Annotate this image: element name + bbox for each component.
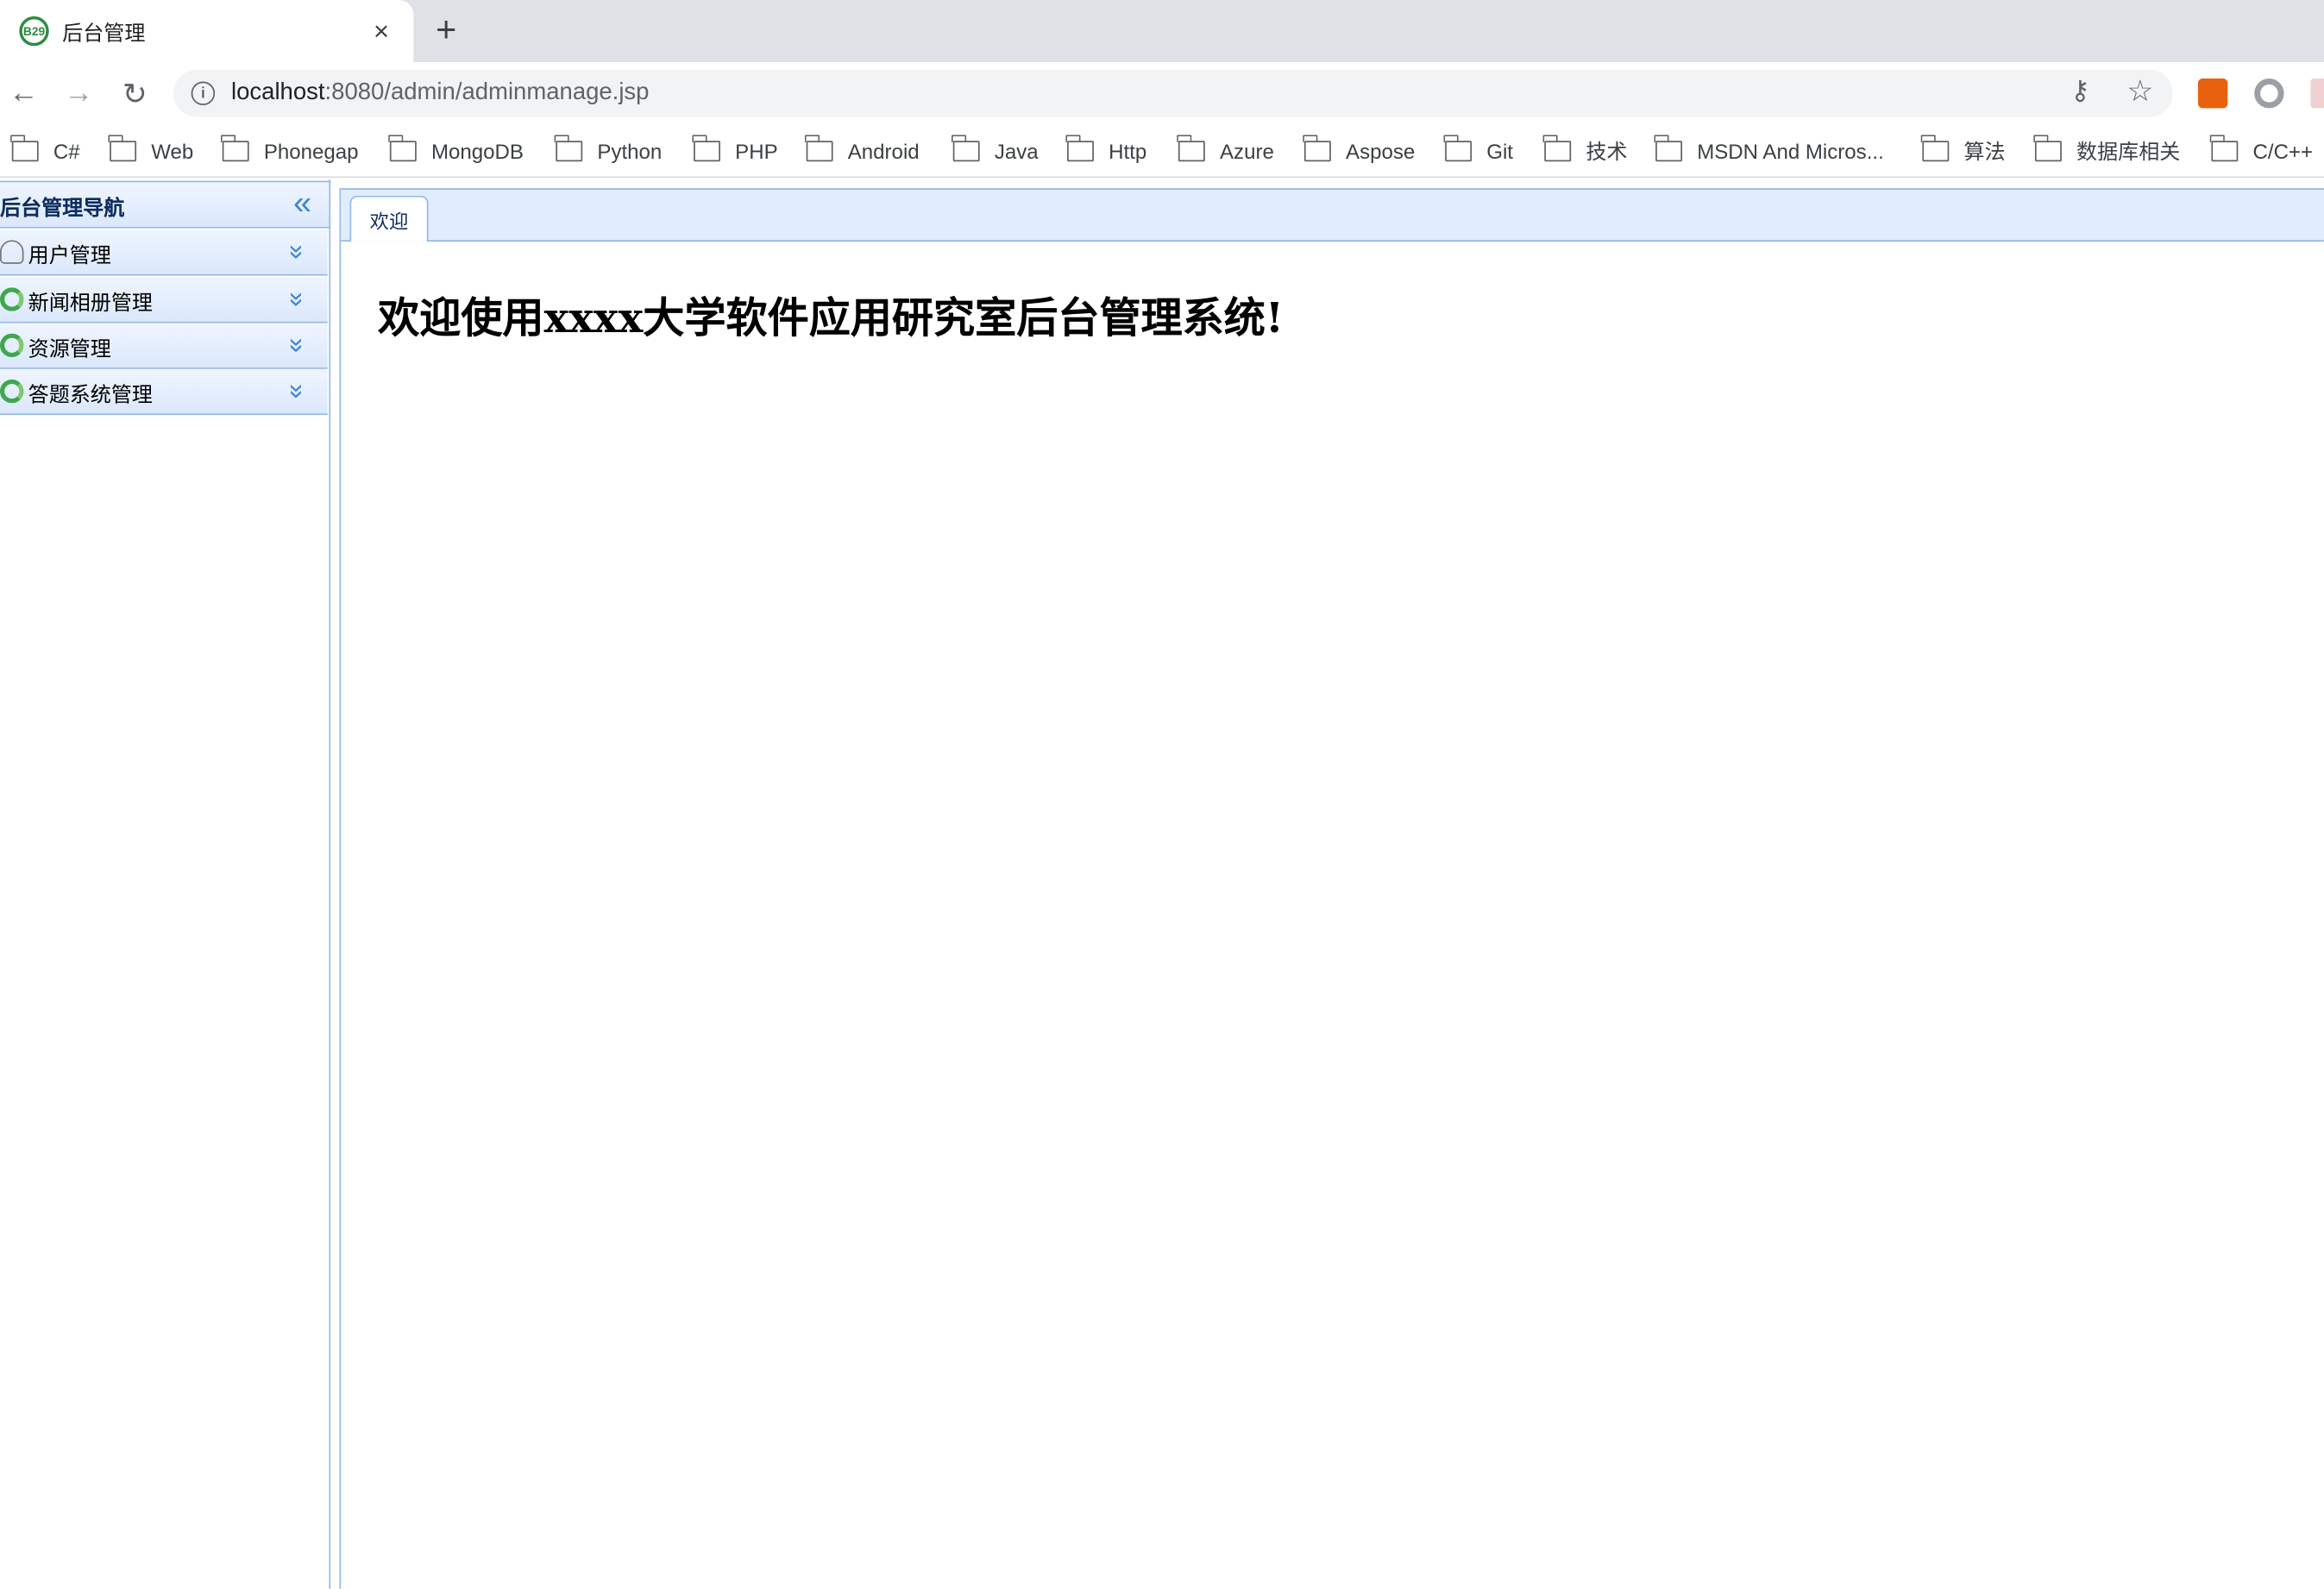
close-tab-icon[interactable]: × <box>374 16 389 46</box>
bookmark-label: Java <box>994 139 1039 163</box>
navigation-panel: 后台管理导航 « 用户管理 » 新闻相册管理 » 资源管理 » 答题系统管理 » <box>0 179 331 1589</box>
bookmark-label: Phonegap <box>263 139 359 163</box>
folder-icon <box>1066 135 1094 162</box>
bookmark-label: C/C++ <box>2252 139 2314 163</box>
browser-toolbar: ← → ↻ i localhost:8080/admin/adminmanage… <box>0 62 2324 125</box>
expand-chevron-icon[interactable]: » <box>280 244 316 259</box>
folder-icon <box>1655 135 1683 162</box>
bookmark-label: 数据库相关 <box>2076 139 2181 163</box>
address-bar[interactable]: i localhost:8080/admin/adminmanage.jsp ⚷… <box>173 69 2173 117</box>
page-content: 后台管理导航 « 用户管理 » 新闻相册管理 » 资源管理 » 答题系统管理 »… <box>0 179 2324 1589</box>
url-host: localhost <box>231 79 325 105</box>
new-tab-button[interactable]: + <box>436 13 456 48</box>
bookmark-folder[interactable]: Web <box>109 135 194 166</box>
folder-icon <box>2033 135 2062 162</box>
reload-icon <box>0 333 24 358</box>
reload-icon <box>0 287 24 311</box>
sidebar-item-label: 资源管理 <box>28 337 111 362</box>
password-key-icon[interactable]: ⚷ <box>2070 76 2090 107</box>
calendar-extension-icon[interactable] <box>2197 79 2228 109</box>
bookmark-folder[interactable]: MSDN And Micros... <box>1655 135 1884 166</box>
folder-icon <box>693 135 720 162</box>
bookmark-folder[interactable]: Java <box>952 135 1039 166</box>
bookmark-folder[interactable]: Http <box>1066 135 1147 166</box>
folder-icon <box>555 135 583 162</box>
back-button[interactable]: ← <box>4 74 43 113</box>
bookmark-label: 算法 <box>1963 139 2006 163</box>
site-info-icon[interactable]: i <box>191 81 216 105</box>
bookmark-folder[interactable]: C# <box>10 135 80 166</box>
bookmark-star-icon[interactable]: ☆ <box>2126 72 2153 110</box>
folder-icon <box>805 135 833 162</box>
bookmark-label: MongoDB <box>430 139 524 163</box>
bookmark-label: Web <box>151 139 194 163</box>
bookmark-folder[interactable]: PHP <box>693 135 778 166</box>
folder-icon <box>109 135 137 162</box>
sidebar-item-label: 新闻相册管理 <box>28 292 153 316</box>
bookmark-folder[interactable]: Azure <box>1177 135 1274 166</box>
site-favicon-icon: B29 <box>19 16 49 47</box>
bookmark-folder[interactable]: Python <box>555 135 663 166</box>
folder-icon <box>221 135 249 162</box>
bookmark-folder[interactable]: 技术 <box>1543 135 1628 166</box>
bookmark-label: MSDN And Micros... <box>1697 139 1884 163</box>
expand-chevron-icon[interactable]: » <box>280 338 316 353</box>
collapse-panel-icon[interactable]: « <box>293 185 311 221</box>
welcome-heading: 欢迎使用xxxx大学软件应用研究室后台管理系统! <box>378 293 1284 342</box>
browser-tab[interactable]: B29 后台管理 × <box>0 0 414 63</box>
sidebar-item-label: 用户管理 <box>28 244 111 268</box>
bookmark-folder[interactable]: C/C++ <box>2210 135 2314 166</box>
folder-icon <box>388 135 417 162</box>
sidebar-item-label: 答题系统管理 <box>28 383 153 408</box>
bookmark-folder[interactable]: Aspose <box>1303 135 1416 166</box>
bookmark-folder[interactable]: 算法 <box>1921 135 2006 166</box>
folder-icon <box>952 135 980 162</box>
bookmark-label: Http <box>1109 139 1147 163</box>
circle-extension-icon[interactable] <box>2254 79 2284 109</box>
forward-button[interactable]: → <box>60 74 98 113</box>
expand-chevron-icon[interactable]: » <box>280 384 316 399</box>
tab-strip: B29 后台管理 × + <box>0 0 2324 63</box>
sidebar-item-news-album-management[interactable]: 新闻相册管理 » <box>0 277 328 323</box>
bookmark-folder[interactable]: Android <box>805 135 920 166</box>
folder-icon <box>2210 135 2239 162</box>
content-tabs-header: 欢迎 <box>341 188 2324 242</box>
tab-title: 后台管理 <box>62 21 146 45</box>
bookmark-label: Azure <box>1219 139 1274 163</box>
bookmark-label: Git <box>1486 139 1513 163</box>
folder-icon <box>1543 135 1572 162</box>
folder-icon <box>1303 135 1331 162</box>
bookmark-folder[interactable]: 数据库相关 <box>2033 135 2181 166</box>
navigation-panel-header: 后台管理导航 « <box>0 180 330 229</box>
bookmark-label: Aspose <box>1346 139 1416 163</box>
bookmark-label: Android <box>847 139 920 163</box>
bookmark-label: PHP <box>735 139 778 163</box>
bookmark-folder[interactable]: MongoDB <box>388 135 524 166</box>
folder-icon <box>1444 135 1473 162</box>
user-icon <box>0 240 24 264</box>
sidebar-item-user-management[interactable]: 用户管理 » <box>0 229 328 276</box>
bookmark-label: Python <box>597 139 663 163</box>
bookmark-label: 技术 <box>1586 139 1628 163</box>
folder-icon <box>1921 135 1950 162</box>
tab-welcome[interactable]: 欢迎 <box>349 195 429 242</box>
main-content-panel: 欢迎 欢迎使用xxxx大学软件应用研究室后台管理系统! <box>339 188 2324 1589</box>
sidebar-item-quiz-system-management[interactable]: 答题系统管理 » <box>0 368 328 416</box>
bookmark-label: C# <box>53 139 80 163</box>
bookmarks-bar: C# Web Phonegap MongoDB Python PHP Andro… <box>0 124 2324 179</box>
sidebar-item-resource-management[interactable]: 资源管理 » <box>0 323 328 369</box>
bookmark-folder[interactable]: Git <box>1444 135 1513 166</box>
bookmark-folder[interactable]: Phonegap <box>221 135 359 166</box>
browser-window: B29 后台管理 × + ← → ↻ i localhost:8080/admi… <box>0 0 2324 1589</box>
folder-icon <box>10 135 39 162</box>
pdf-extension-icon[interactable] <box>2310 79 2324 109</box>
reload-icon <box>0 379 24 404</box>
expand-chevron-icon[interactable]: » <box>280 292 316 306</box>
navigation-panel-title: 后台管理导航 <box>0 197 125 221</box>
url-path: :8080/admin/adminmanage.jsp <box>324 79 650 105</box>
reload-button[interactable]: ↻ <box>116 74 154 113</box>
folder-icon <box>1177 135 1205 162</box>
url-text[interactable]: localhost:8080/admin/adminmanage.jsp <box>231 80 649 107</box>
